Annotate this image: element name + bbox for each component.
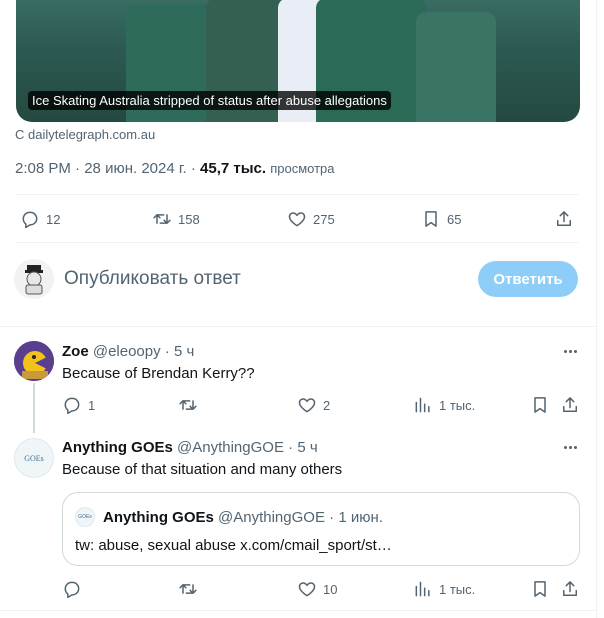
like-count: 10 [323,581,338,597]
bookmark-button[interactable] [530,395,550,415]
avatar-image [25,265,43,295]
divider [0,326,597,327]
quoted-header: Anything GOEs @AnythingGOE · 1 июн. [103,509,383,526]
avatar-text: GOEs [24,453,44,463]
user-avatar[interactable] [14,259,54,299]
share-button[interactable] [560,579,580,599]
reply-header: Anything GOEs @AnythingGOE · 5 ч [62,439,318,456]
view-count: 45,7 тыс. [200,160,267,177]
retweet-icon [179,400,197,410]
views-count: 1 тыс. [439,581,476,597]
reply-icon [22,211,38,229]
avatar[interactable]: GOEs [14,438,54,478]
retweet-button[interactable]: 158 [152,209,200,229]
reply-text: Because of Brendan Kerry?? [62,365,255,382]
separator-dot: · [75,160,81,177]
bookmark-count: 65 [447,211,462,227]
quoted-time: 1 июн. [338,509,383,526]
like-button[interactable]: 2 [297,395,330,415]
more-icon[interactable] [560,341,580,361]
share-button[interactable] [554,209,574,229]
views-button[interactable]: 1 тыс. [413,395,475,415]
author-handle[interactable]: @AnythingGOE [177,439,284,456]
divider [0,610,597,611]
reply-time[interactable]: 5 ч [297,439,317,456]
share-icon [563,581,577,596]
like-count: 275 [313,211,335,227]
reply-count: 1 [88,397,96,413]
quoted-tweet[interactable]: GOEs Anything GOEs @AnythingGOE · 1 июн.… [62,492,580,566]
like-button[interactable]: 275 [287,209,335,229]
views-count: 1 тыс. [439,397,476,413]
author-handle[interactable]: @eleoopy [93,343,161,360]
author-name[interactable]: Zoe [62,343,89,360]
reply-submit-button[interactable]: Ответить [478,261,578,297]
bookmark-icon [425,211,437,227]
avatar[interactable] [14,341,54,381]
thread-connector [33,383,35,433]
share-button[interactable] [560,395,580,415]
like-count: 2 [323,397,331,413]
separator-dot: · [329,509,335,526]
like-icon [298,398,316,413]
reply-icon [64,581,80,599]
bookmark-button[interactable]: 65 [421,209,461,229]
like-icon [288,212,306,227]
share-icon [557,211,571,226]
retweet-icon [179,584,197,594]
column-border [596,0,597,618]
link-source[interactable]: С dailytelegraph.com.au [15,127,155,142]
bookmark-icon [534,581,546,597]
reply-button[interactable] [62,579,88,599]
reply-input[interactable]: Опубликовать ответ [64,268,241,290]
retweet-count: 158 [178,211,200,227]
bookmark-icon [534,397,546,413]
separator-dot: · [164,343,170,360]
quoted-text: tw: abuse, sexual abuse x.com/cmail_spor… [75,537,392,554]
reply-header: Zoe @eleoopy · 5 ч [62,343,194,360]
retweet-icon [153,214,171,224]
avatar-image [14,341,54,381]
divider [15,194,579,195]
views-icon [415,397,430,413]
link-card-image[interactable]: Ice Skating Australia stripped of status… [16,0,580,122]
views-button[interactable]: 1 тыс. [413,579,475,599]
tweet-time[interactable]: 2:08 PM [15,160,71,177]
retweet-button[interactable] [178,579,204,599]
reply-time[interactable]: 5 ч [174,343,194,360]
retweet-button[interactable] [178,395,204,415]
like-icon [298,582,316,597]
media-caption: Ice Skating Australia stripped of status… [28,91,391,110]
more-icon[interactable] [560,437,580,457]
like-button[interactable]: 10 [297,579,337,599]
view-label: просмотра [270,161,335,176]
reply-count: 12 [46,211,61,227]
separator-dot: · [288,439,294,456]
quoted-author-handle: @AnythingGOE [218,509,325,526]
share-icon [563,397,577,412]
avatar-text: GOEs [78,514,92,520]
views-icon [415,581,430,597]
reply-icon [64,397,80,415]
reply-button[interactable]: 1 [62,395,95,415]
tweet-date[interactable]: 28 июн. 2024 г. [84,160,186,177]
bookmark-button[interactable] [530,579,550,599]
divider [15,242,579,243]
image-figure [416,12,496,122]
tweet-meta: 2:08 PM · 28 июн. 2024 г. · 45,7 тыс. пр… [15,160,335,177]
avatar[interactable]: GOEs [75,507,95,527]
separator-dot: · [190,160,196,177]
author-name[interactable]: Anything GOEs [62,439,173,456]
quoted-author-name: Anything GOEs [103,509,214,526]
reply-button[interactable]: 12 [20,209,60,229]
reply-text: Because of that situation and many other… [62,461,343,478]
